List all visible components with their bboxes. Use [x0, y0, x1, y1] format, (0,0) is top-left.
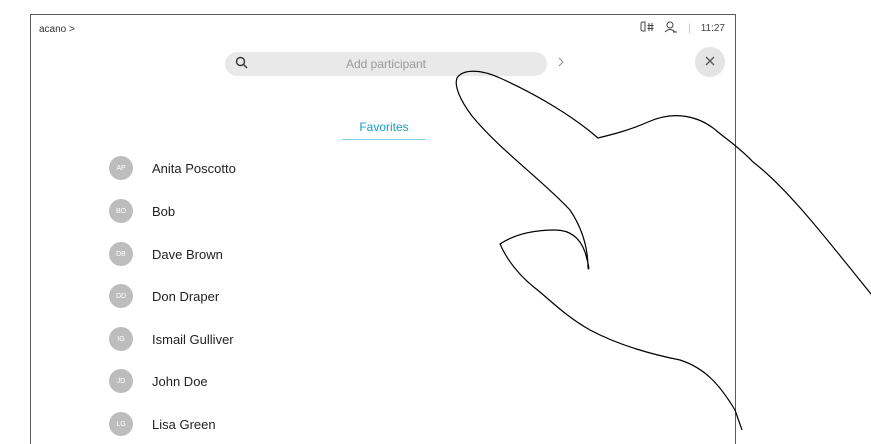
pointing-hand-icon — [455, 70, 871, 430]
